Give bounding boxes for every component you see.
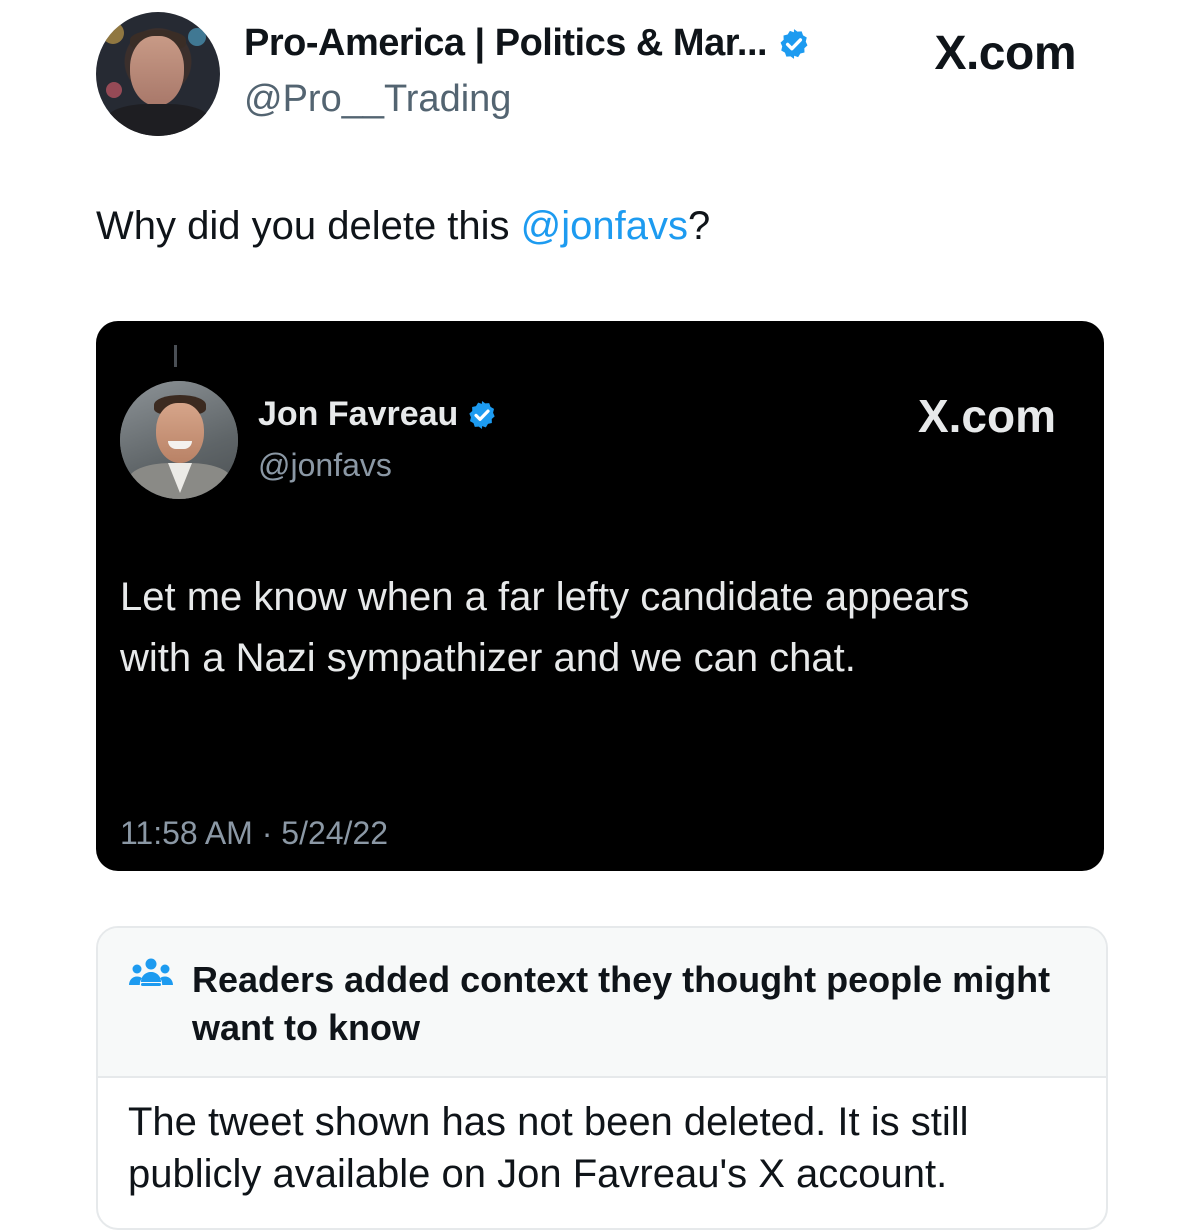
community-note-header: Readers added context they thought peopl… [98, 928, 1106, 1078]
embedded-timestamp: 11:58 AM · 5/24/22 [120, 815, 389, 851]
avatar-bokeh [106, 82, 122, 98]
author-display-name[interactable]: Pro-America | Politics & Mar... [244, 22, 768, 65]
embedded-tweet-image[interactable]: Jon Favreau @jonfavs X.com Let me know w… [96, 321, 1104, 871]
embedded-avatar-face [156, 403, 204, 463]
embedded-name-row: Jon Favreau [258, 395, 498, 434]
post-header: Pro-America | Politics & Mar... @Pro__Tr… [96, 8, 1096, 136]
community-note-title: Readers added context they thought peopl… [192, 959, 1051, 1048]
post-text-suffix: ? [688, 204, 711, 248]
community-note: Readers added context they thought peopl… [96, 926, 1108, 1230]
community-note-body: The tweet shown has not been deleted. It… [128, 1100, 969, 1196]
embedded-handle: @jonfavs [258, 447, 392, 483]
embedded-tweet-text: Let me know when a far lefty candidate a… [120, 575, 970, 680]
people-icon [129, 958, 173, 986]
avatar-bokeh [102, 22, 124, 44]
post-text: Why did you delete this @jonfavs? [96, 204, 710, 249]
embedded-brand-label: X.com [917, 390, 1056, 442]
avatar[interactable] [96, 12, 220, 136]
thread-line [174, 345, 177, 367]
verified-badge-icon [469, 400, 495, 429]
embedded-avatar [120, 381, 238, 499]
avatar-face [130, 36, 184, 106]
avatar-bokeh [188, 28, 206, 46]
avatar-shirt [106, 104, 210, 136]
brand-label: X.com [934, 27, 1076, 80]
author-name-row: Pro-America | Politics & Mar... [244, 22, 811, 65]
embedded-display-name: Jon Favreau [258, 395, 459, 433]
author-handle[interactable]: @Pro__Trading [244, 78, 511, 121]
verified-badge-icon [780, 28, 808, 59]
mention-link[interactable]: @jonfavs [521, 204, 688, 248]
post-text-prefix: Why did you delete this [96, 204, 521, 248]
